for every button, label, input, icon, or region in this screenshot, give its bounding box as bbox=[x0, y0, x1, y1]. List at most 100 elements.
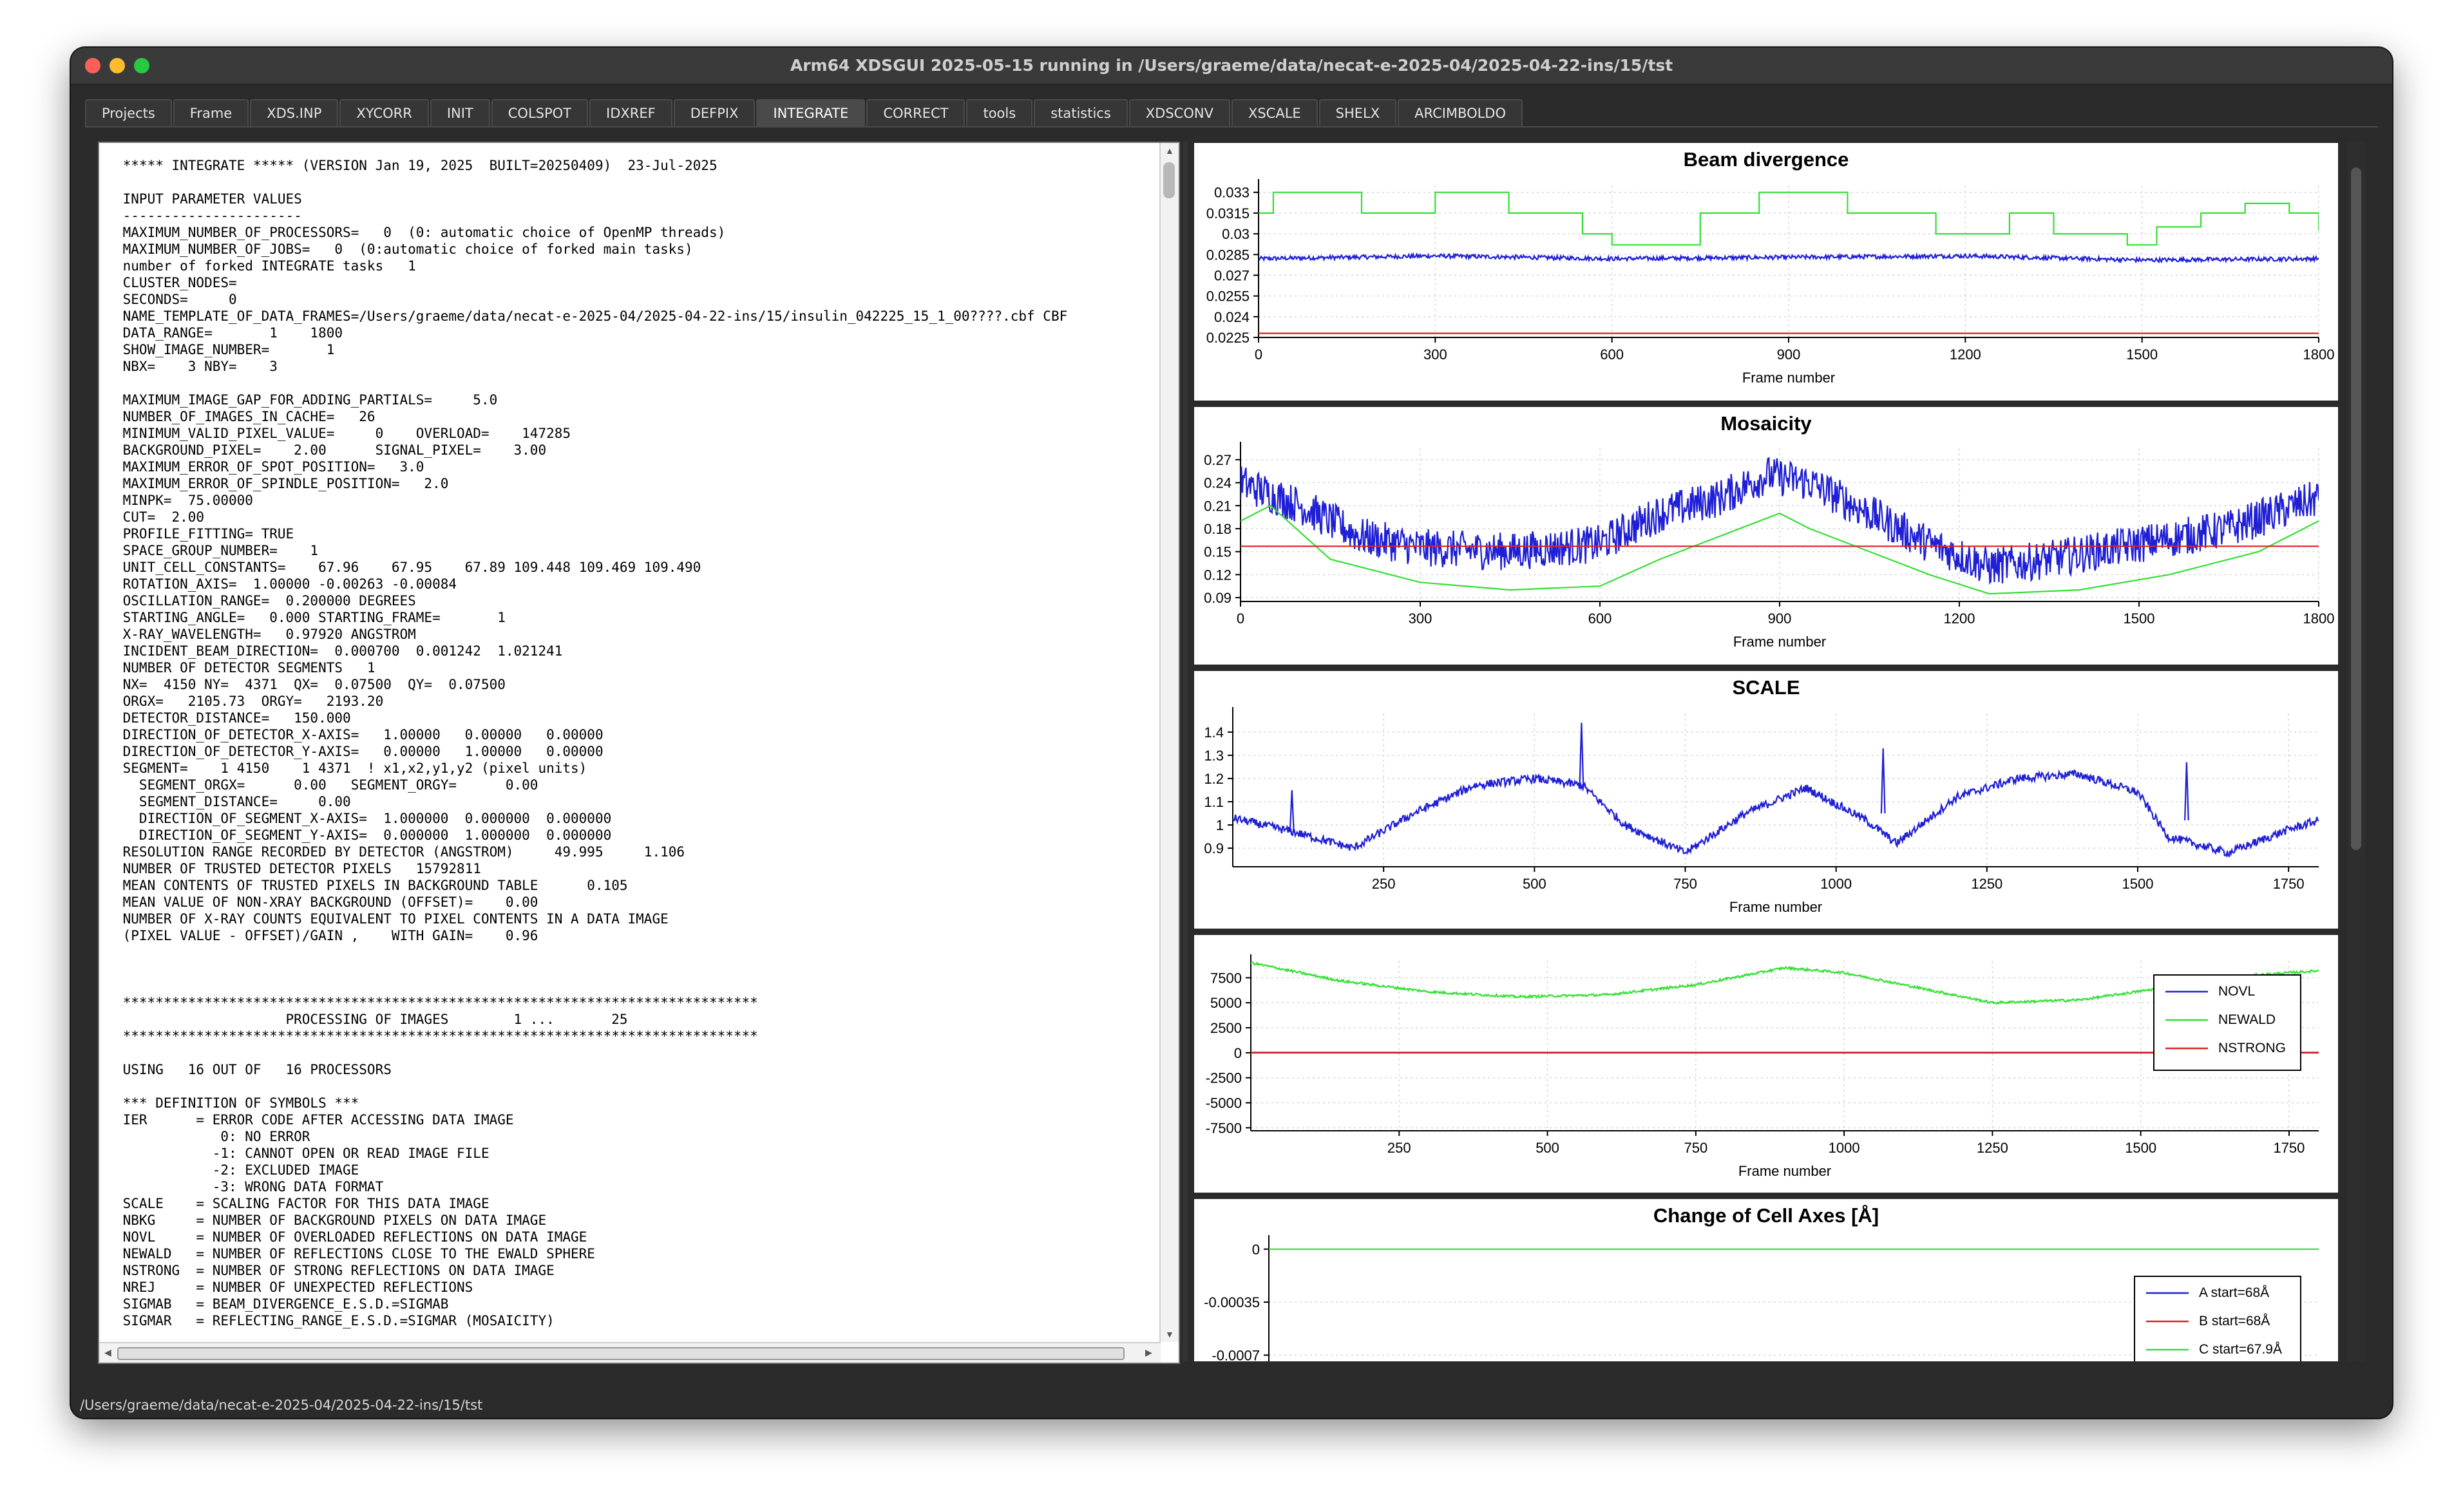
series-line-green bbox=[1241, 504, 2319, 595]
tab-correct[interactable]: CORRECT bbox=[866, 99, 965, 126]
plots-scrollbar[interactable] bbox=[2347, 142, 2365, 1361]
plot-panel[interactable]: SCALE 0.9 1 1.1 1.2 1.3 1.4 250 500 750 1000 1250 15… bbox=[1194, 671, 2338, 929]
tab-xds-inp[interactable]: XDS.INP bbox=[250, 99, 339, 126]
y-tick-label: 0.27 bbox=[1204, 452, 1232, 468]
plots-panel[interactable]: Beam divergence 0.0225 0.024 0.0255 0.027 0.0… bbox=[1194, 142, 2365, 1361]
log-line: MAXIMUM_NUMBER_OF_PROCESSORS= 0 (0: auto… bbox=[115, 225, 726, 240]
x-tick-label: 1250 bbox=[1977, 1140, 2008, 1156]
y-tick-label: -5000 bbox=[1206, 1095, 1242, 1111]
tab-xdsconv[interactable]: XDSCONV bbox=[1128, 99, 1230, 126]
tab-integrate[interactable]: INTEGRATE bbox=[756, 99, 866, 126]
y-tick-label: 0.12 bbox=[1204, 567, 1232, 583]
log-line: NAME_TEMPLATE_OF_DATA_FRAMES=/Users/grae… bbox=[115, 308, 1068, 324]
log-line: MAXIMUM_IMAGE_GAP_FOR_ADDING_PARTIALS= 5… bbox=[115, 392, 498, 408]
log-vertical-scrollbar[interactable]: ▲ ▼ bbox=[1159, 143, 1179, 1342]
tab-projects[interactable]: Projects bbox=[85, 99, 172, 126]
log-line: NUMBER OF X-RAY COUNTS EQUIVALENT TO PIX… bbox=[115, 911, 669, 927]
tab-bar: Projects Frame XDS.INP XYCORR INIT COLSPOT IDX… bbox=[85, 99, 1524, 128]
y-tick-label: 0.033 bbox=[1214, 185, 1250, 201]
plot-panel[interactable]: Change of Cell Axes [Å]0-0.00035-0.0007-… bbox=[1194, 1199, 2338, 1361]
y-tick-label: 0.0225 bbox=[1206, 330, 1250, 346]
y-tick-label: 1.1 bbox=[1204, 794, 1224, 810]
legend-label: C start=67.9Å bbox=[2199, 1342, 2282, 1357]
x-tick-label: 900 bbox=[1768, 610, 1792, 627]
tab-defpix[interactable]: DEFPIX bbox=[673, 99, 756, 126]
scroll-up-icon[interactable]: ▲ bbox=[1165, 146, 1174, 156]
x-tick-label: 1250 bbox=[1971, 876, 2002, 892]
log-line: BACKGROUND_PIXEL= 2.00 SIGNAL_PIXEL= 3.0… bbox=[115, 442, 547, 458]
tab-idxref[interactable]: IDXREF bbox=[589, 99, 672, 126]
log-line: RESOLUTION RANGE RECORDED BY DETECTOR (A… bbox=[115, 844, 685, 860]
x-tick-label: 0 bbox=[1237, 610, 1244, 627]
chart-svg: Change of Cell Axes [Å]0-0.00035-0.0007-… bbox=[1204, 1204, 2319, 1361]
log-line: SPACE_GROUP_NUMBER= 1 bbox=[115, 543, 319, 558]
tab-arcimboldo[interactable]: ARCIMBOLDO bbox=[1398, 99, 1523, 126]
tab-xycorr[interactable]: XYCORR bbox=[339, 99, 429, 126]
log-line: NBKG = NUMBER OF BACKGROUND PIXELS ON DA… bbox=[115, 1213, 547, 1228]
series-line-blue bbox=[1289, 789, 1295, 830]
y-tick-label: -0.0007 bbox=[1212, 1347, 1260, 1361]
y-tick-label: 1.3 bbox=[1204, 748, 1224, 764]
log-line: NX= 4150 NY= 4371 QX= 0.07500 QY= 0.0750… bbox=[115, 677, 506, 692]
x-axis-label: Frame number bbox=[1733, 634, 1826, 650]
log-horizontal-scrollbar[interactable]: ◀ ▶ bbox=[99, 1342, 1161, 1363]
x-tick-label: 1750 bbox=[2273, 1140, 2305, 1156]
log-hscroll-thumb[interactable] bbox=[117, 1347, 1125, 1360]
log-line: DIRECTION_OF_SEGMENT_Y-AXIS= 0.000000 1.… bbox=[115, 827, 612, 843]
log-line: DETECTOR_DISTANCE= 150.000 bbox=[115, 710, 351, 726]
tab-init[interactable]: INIT bbox=[430, 99, 490, 126]
log-line: MAXIMUM_NUMBER_OF_JOBS= 0 (0:automatic c… bbox=[115, 241, 693, 257]
y-tick-label: 0.024 bbox=[1214, 309, 1250, 325]
integrate-log-text: ***** INTEGRATE ***** (VERSION Jan 19, 2… bbox=[115, 157, 1152, 1342]
log-line: NUMBER_OF_IMAGES_IN_CACHE= 26 bbox=[115, 409, 376, 424]
chart-title: SCALE bbox=[1732, 676, 1800, 699]
legend-label: A start=68Å bbox=[2199, 1285, 2269, 1300]
log-line: INPUT PARAMETER VALUES bbox=[115, 191, 302, 207]
scroll-right-icon[interactable]: ▶ bbox=[1145, 1347, 1152, 1358]
x-tick-label: 1800 bbox=[2303, 610, 2335, 627]
tab-shelx[interactable]: SHELX bbox=[1318, 99, 1397, 126]
x-tick-label: 1500 bbox=[2122, 876, 2154, 892]
log-line: NUMBER OF TRUSTED DETECTOR PIXELS 157928… bbox=[115, 861, 481, 876]
plot-panel[interactable]: Beam divergence 0.0225 0.024 0.0255 0.027 0.0… bbox=[1194, 143, 2338, 401]
log-scroll-thumb[interactable] bbox=[1163, 162, 1175, 198]
x-tick-label: 1800 bbox=[2303, 346, 2335, 363]
log-line: MEAN VALUE OF NON-XRAY BACKGROUND (OFFSE… bbox=[115, 894, 538, 910]
plots-scroll-thumb[interactable] bbox=[2351, 167, 2361, 850]
y-tick-label: 0.21 bbox=[1204, 498, 1232, 514]
tab-colspot[interactable]: COLSPOT bbox=[491, 99, 589, 126]
log-line: MINIMUM_VALID_PIXEL_VALUE= 0 OVERLOAD= 1… bbox=[115, 426, 571, 441]
x-tick-label: 1000 bbox=[1820, 876, 1852, 892]
status-bar-path: /Users/graeme/data/necat-e-2025-04/2025-… bbox=[80, 1397, 483, 1413]
plot-panel[interactable]: Mosaicity 0.09 0.12 0.15 0.18 0.21 0.24 0.27 0 30… bbox=[1194, 407, 2338, 665]
x-tick-label: 1500 bbox=[2124, 610, 2155, 627]
x-axis-label: Frame number bbox=[1742, 370, 1835, 386]
y-tick-label: 2500 bbox=[1210, 1020, 1242, 1036]
y-tick-label: 0.15 bbox=[1204, 544, 1232, 560]
scroll-left-icon[interactable]: ◀ bbox=[104, 1347, 111, 1358]
panel-splitter[interactable] bbox=[1183, 142, 1188, 1361]
scroll-down-icon[interactable]: ▼ bbox=[1165, 1329, 1174, 1339]
log-line: NUMBER OF DETECTOR SEGMENTS 1 bbox=[115, 660, 376, 676]
log-line: X-RAY_WAVELENGTH= 0.97920 ANGSTROM bbox=[115, 627, 416, 642]
integrate-log-panel[interactable]: ***** INTEGRATE ***** (VERSION Jan 19, 2… bbox=[98, 142, 1180, 1364]
tab-statistics[interactable]: statistics bbox=[1034, 99, 1128, 126]
log-line: SCALE = SCALING FACTOR FOR THIS DATA IMA… bbox=[115, 1196, 490, 1211]
window-title: Arm64 XDSGUI 2025-05-15 running in /User… bbox=[790, 56, 1673, 75]
log-line: ****************************************… bbox=[115, 1028, 758, 1044]
x-tick-label: 1750 bbox=[2273, 876, 2305, 892]
log-line: -2: EXCLUDED IMAGE bbox=[115, 1162, 359, 1178]
tab-xscale[interactable]: XSCALE bbox=[1231, 99, 1318, 126]
series-line-blue bbox=[1233, 769, 2319, 858]
y-tick-label: -7500 bbox=[1206, 1120, 1242, 1136]
tab-frame[interactable]: Frame bbox=[173, 99, 249, 126]
y-tick-label: 0.03 bbox=[1222, 226, 1250, 242]
tab-tools[interactable]: tools bbox=[966, 99, 1033, 126]
plot-panel[interactable]: -7500 -5000 -2500 0 2500 5000 7500 250 500 750 100… bbox=[1194, 935, 2338, 1193]
legend-label: NSTRONG bbox=[2218, 1041, 2286, 1055]
log-line: SEGMENT_DISTANCE= 0.00 bbox=[115, 794, 351, 809]
series-line-blue bbox=[1579, 723, 1584, 786]
log-line: CLUSTER_NODES= bbox=[115, 275, 237, 290]
log-line: SIGMAB = BEAM_DIVERGENCE_E.S.D.=SIGMAB bbox=[115, 1296, 449, 1312]
y-tick-label: 0.24 bbox=[1204, 475, 1232, 491]
